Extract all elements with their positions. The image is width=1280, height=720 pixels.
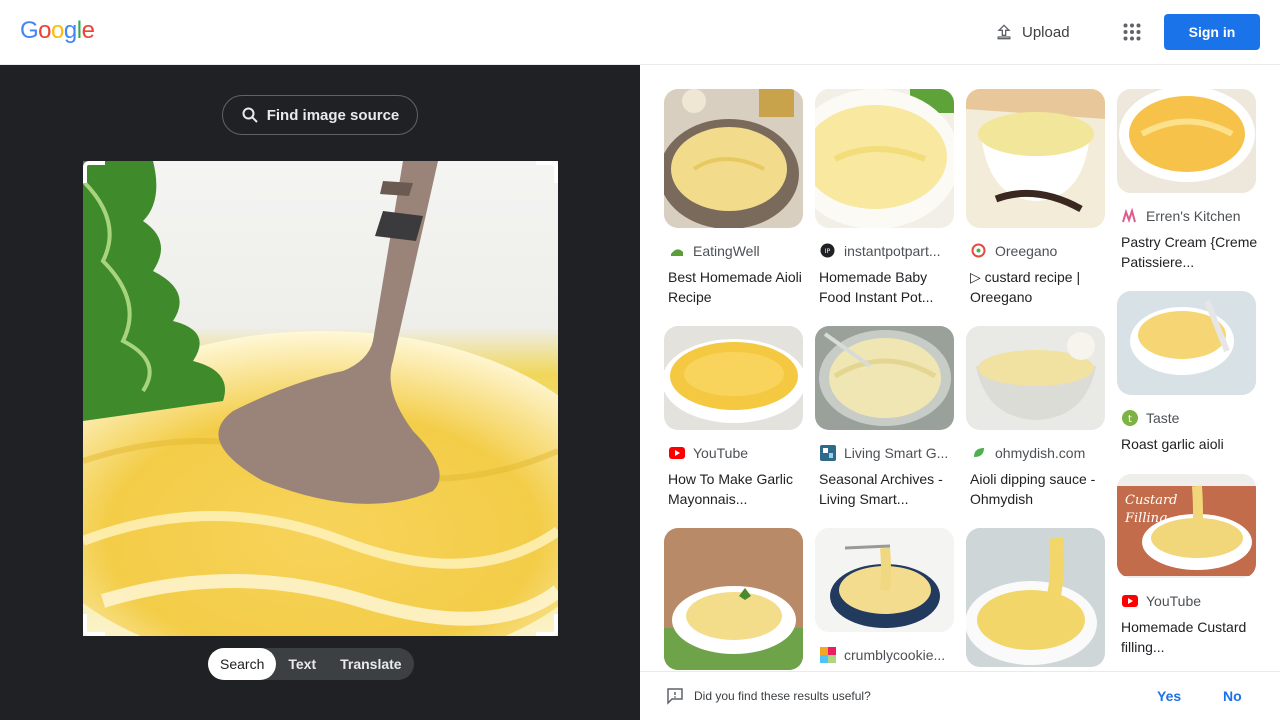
- result-card[interactable]: Living Smart G... Seasonal Archives - Li…: [815, 326, 956, 509]
- feedback-icon: [667, 688, 683, 705]
- result-thumbnail[interactable]: [664, 528, 803, 670]
- result-thumbnail[interactable]: [1117, 291, 1256, 395]
- result-thumbnail[interactable]: [815, 89, 954, 228]
- youtube-icon: [1121, 592, 1138, 609]
- instantpot-icon: IP: [819, 242, 836, 259]
- result-card[interactable]: Erren's Kitchen Pastry Cream {Creme Pati…: [1117, 89, 1258, 272]
- logo-letter: e: [81, 17, 95, 44]
- living-smart-icon: [819, 444, 836, 461]
- upload-label: Upload: [1022, 23, 1070, 41]
- result-thumbnail[interactable]: [815, 326, 954, 430]
- crumbly-cookie-icon: [819, 646, 836, 663]
- result-title[interactable]: Homemade Baby Food Instant Pot...: [815, 267, 956, 307]
- crop-handle-bottom-left[interactable]: [83, 614, 105, 636]
- ohmydish-icon: [970, 444, 987, 461]
- logo-letter: o: [38, 17, 52, 44]
- result-thumbnail[interactable]: [966, 528, 1105, 667]
- errens-kitchen-icon: [1121, 207, 1138, 224]
- result-source: Taste: [1146, 409, 1180, 426]
- result-source: ohmydish.com: [995, 444, 1086, 461]
- taste-icon: t: [1121, 409, 1138, 426]
- mode-tabs: Search Text Translate: [208, 648, 414, 680]
- feedback-question: Did you find these results useful?: [694, 689, 871, 703]
- find-image-source-label: Find image source: [266, 106, 400, 124]
- top-bar: Google Upload Sign in: [0, 0, 1280, 65]
- sign-in-button[interactable]: Sign in: [1164, 14, 1260, 50]
- logo-letter: G: [20, 17, 39, 44]
- result-title[interactable]: Homemade Custard filling...: [1117, 617, 1258, 657]
- logo-letter: g: [63, 17, 77, 44]
- result-card[interactable]: YouTube How To Make Garlic Mayonnais...: [664, 326, 805, 509]
- result-source: Living Smart G...: [844, 444, 949, 461]
- feedback-no-button[interactable]: No: [1223, 688, 1242, 704]
- result-source: instantpotpart...: [844, 242, 941, 259]
- result-thumbnail[interactable]: [664, 89, 803, 228]
- apps-icon[interactable]: [1116, 16, 1148, 48]
- result-thumbnail[interactable]: [815, 528, 954, 632]
- svg-text:Custard: Custard: [1125, 493, 1178, 508]
- upload-button[interactable]: Upload: [984, 14, 1080, 50]
- result-thumbnail[interactable]: [664, 326, 803, 430]
- result-thumbnail[interactable]: Custard Filling: [1117, 474, 1256, 578]
- result-thumbnail[interactable]: [966, 326, 1105, 430]
- eatingwell-icon: [668, 242, 685, 259]
- result-card[interactable]: EatingWell Best Homemade Aioli Recipe: [664, 89, 805, 307]
- result-card[interactable]: ohmydish.com Aioli dipping sauce - Ohmyd…: [966, 326, 1107, 509]
- result-source: Erren's Kitchen: [1146, 207, 1241, 224]
- result-card[interactable]: IP instantpotpart... Homemade Baby Food I…: [815, 89, 956, 307]
- tab-text[interactable]: Text: [276, 648, 328, 680]
- result-title[interactable]: Best Homemade Aioli Recipe: [664, 267, 805, 307]
- crop-handle-top-left[interactable]: [83, 161, 105, 183]
- crop-handle-top-right[interactable]: [536, 161, 558, 183]
- result-card[interactable]: [664, 528, 805, 670]
- crop-handle-bottom-right[interactable]: [536, 614, 558, 636]
- result-card[interactable]: [966, 528, 1107, 667]
- svg-text:Filling: Filling: [1124, 511, 1167, 526]
- result-source: EatingWell: [693, 242, 760, 259]
- result-card[interactable]: Oreegano ▷ custard recipe | Oreegano: [966, 89, 1107, 307]
- query-image[interactable]: [83, 161, 558, 636]
- svg-text:t: t: [1128, 414, 1132, 425]
- google-logo[interactable]: Google: [20, 17, 95, 45]
- oreegano-icon: [970, 242, 987, 259]
- result-title[interactable]: ▷ custard recipe | Oreegano: [966, 267, 1107, 307]
- result-title[interactable]: Aioli dipping sauce - Ohmydish: [966, 469, 1107, 509]
- logo-letter: o: [51, 17, 64, 44]
- result-title[interactable]: Pastry Cream {Creme Patissiere...: [1117, 232, 1258, 272]
- query-image-panel: Find image source Search Text Translate: [0, 65, 640, 720]
- lens-search-icon: [242, 107, 258, 123]
- feedback-bar: Did you find these results useful? Yes N…: [640, 671, 1280, 720]
- result-title[interactable]: How To Make Garlic Mayonnais...: [664, 469, 805, 509]
- result-source: YouTube: [1146, 592, 1202, 609]
- result-title[interactable]: Seasonal Archives - Living Smart...: [815, 469, 956, 509]
- tab-translate[interactable]: Translate: [328, 648, 413, 680]
- svg-text:IP: IP: [825, 248, 831, 255]
- result-card[interactable]: Custard Filling YouTube Homemade Custard …: [1117, 474, 1258, 657]
- result-source: YouTube: [693, 444, 749, 461]
- result-thumbnail[interactable]: [966, 89, 1105, 228]
- result-title[interactable]: Roast garlic aioli: [1117, 434, 1258, 454]
- result-source: crumblycookie...: [844, 646, 946, 663]
- feedback-yes-button[interactable]: Yes: [1157, 688, 1181, 704]
- result-card[interactable]: t Taste Roast garlic aioli: [1117, 291, 1258, 454]
- result-thumbnail[interactable]: [1117, 89, 1256, 193]
- find-image-source-button[interactable]: Find image source: [222, 95, 418, 135]
- result-source: Oreegano: [995, 242, 1058, 259]
- tab-search[interactable]: Search: [208, 648, 277, 680]
- result-card[interactable]: crumblycookie...: [815, 528, 956, 663]
- youtube-icon: [668, 444, 685, 461]
- visual-matches-grid: EatingWell Best Homemade Aioli Recipe Yo…: [640, 65, 1280, 670]
- upload-icon: [997, 24, 1011, 40]
